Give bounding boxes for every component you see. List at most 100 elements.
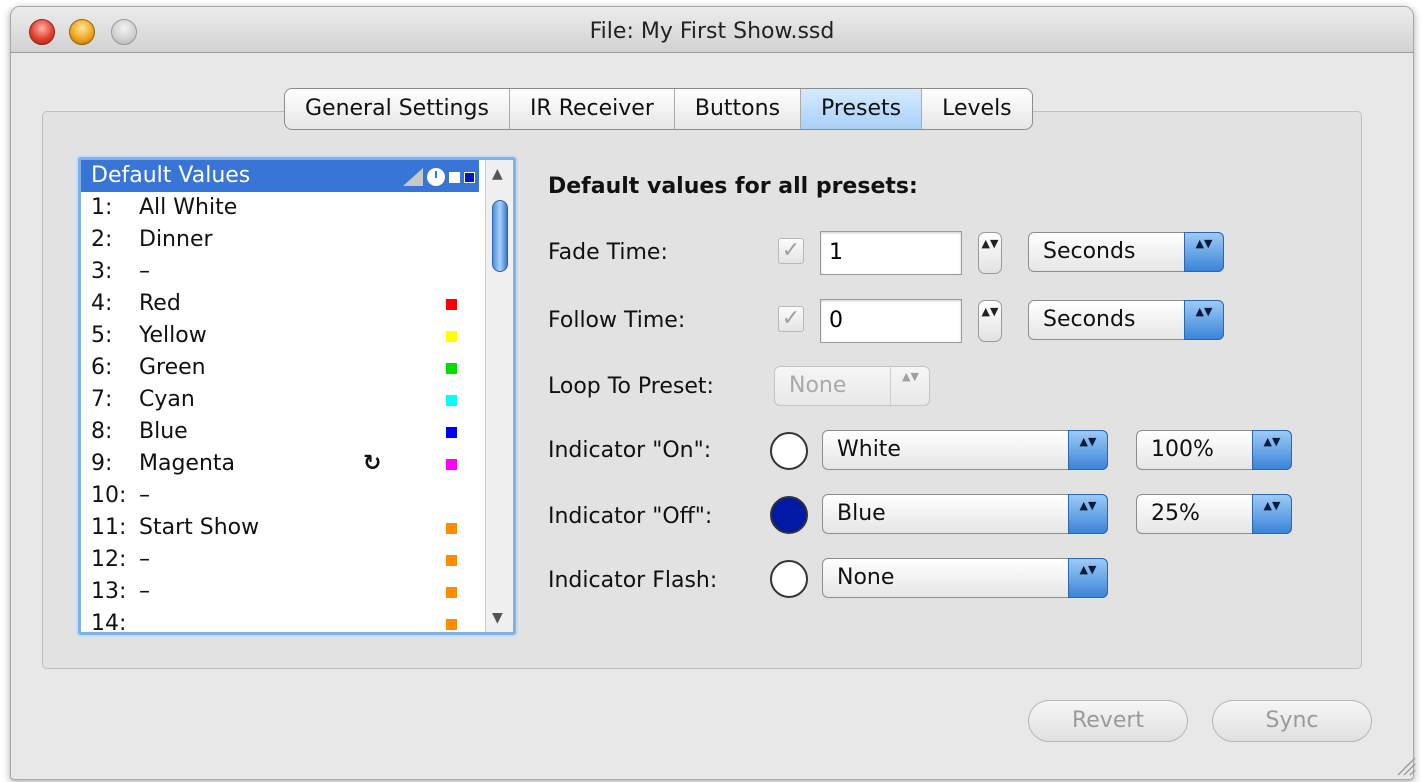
fade-time-checkbox[interactable]: ✓ — [778, 238, 804, 264]
preset-name: Cyan — [139, 387, 195, 412]
preset-color-swatch — [446, 555, 457, 566]
header-status-icons — [403, 168, 475, 186]
preset-color-swatch — [446, 587, 457, 598]
loop-to-preset-select[interactable]: None ▲▼ — [774, 366, 930, 406]
preset-color-swatch — [446, 363, 457, 374]
indicator-on-color-select[interactable]: White ▲▼ — [822, 430, 1108, 470]
preset-number: 1: — [91, 195, 113, 220]
tab-levels[interactable]: Levels — [922, 89, 1032, 129]
tab-bar: General Settings IR Receiver Buttons Pre… — [284, 88, 1033, 130]
list-item[interactable]: 4: Red — [81, 288, 479, 320]
list-item[interactable]: 8: Blue — [81, 416, 479, 448]
follow-time-field[interactable]: 0 — [820, 299, 962, 343]
preset-name: – — [139, 259, 150, 284]
indicator-off-color-swatch — [770, 496, 808, 534]
indicator-off-color-select[interactable]: Blue ▲▼ — [822, 494, 1108, 534]
list-item-default-values[interactable]: Default Values — [81, 160, 479, 192]
list-item[interactable]: 9: Magenta ↻ — [81, 448, 479, 480]
preset-color-swatch — [446, 427, 457, 438]
list-scrollbar[interactable]: ▲ ▼ — [485, 160, 513, 632]
list-item[interactable]: 11: Start Show — [81, 512, 479, 544]
title-bar[interactable]: File: My First Show.ssd — [11, 7, 1413, 53]
popup-arrows-icon: ▲▼ — [1252, 430, 1292, 470]
preset-number: 12: — [91, 547, 127, 572]
list-item[interactable]: 14: — [81, 608, 479, 635]
scroll-thumb[interactable] — [492, 200, 508, 272]
preset-name: – — [139, 547, 150, 572]
preset-list[interactable]: Default Values 1: All White 2: Dinner 3: – 4: R… — [78, 157, 516, 635]
follow-time-unit-select[interactable]: Seconds ▲▼ — [1028, 300, 1224, 340]
preset-number: 7: — [91, 387, 113, 412]
follow-time-unit-value: Seconds — [1043, 307, 1136, 332]
defaults-heading: Default values for all presets: — [548, 174, 918, 199]
tab-ir-receiver[interactable]: IR Receiver — [510, 89, 675, 129]
indicator-off-level-value: 25% — [1151, 501, 1200, 526]
white-indicator-icon — [449, 171, 460, 183]
follow-time-checkbox[interactable]: ✓ — [778, 306, 804, 332]
clock-icon — [427, 168, 445, 186]
list-item[interactable]: 3: – — [81, 256, 479, 288]
list-item[interactable]: 1: All White — [81, 192, 479, 224]
preset-color-swatch — [446, 619, 457, 630]
preset-number: 11: — [91, 515, 127, 540]
preset-number: 2: — [91, 227, 113, 252]
list-item[interactable]: 12: – — [81, 544, 479, 576]
preset-name: Magenta — [139, 451, 236, 476]
fade-time-unit-select[interactable]: Seconds ▲▼ — [1028, 232, 1224, 272]
popup-arrows-icon: ▲▼ — [1184, 232, 1224, 272]
popup-arrows-icon: ▲▼ — [1068, 430, 1108, 470]
revert-button[interactable]: Revert — [1028, 700, 1188, 742]
indicator-off-level-select[interactable]: 25% ▲▼ — [1136, 494, 1292, 534]
indicator-off-label: Indicator "Off": — [548, 504, 713, 529]
preset-name: – — [139, 483, 150, 508]
preset-name: All White — [139, 195, 238, 220]
follow-time-label: Follow Time: — [548, 308, 686, 333]
preset-number: 14: — [91, 611, 127, 635]
indicator-flash-color-value: None — [837, 565, 895, 590]
list-item[interactable]: 6: Green — [81, 352, 479, 384]
fade-time-field[interactable]: 1 — [820, 231, 962, 275]
list-item[interactable]: 2: Dinner — [81, 224, 479, 256]
fade-time-label: Fade Time: — [548, 240, 668, 265]
indicator-flash-label: Indicator Flash: — [548, 568, 718, 593]
indicator-on-level-value: 100% — [1151, 437, 1214, 462]
preset-number: 6: — [91, 355, 113, 380]
indicator-on-level-select[interactable]: 100% ▲▼ — [1136, 430, 1292, 470]
indicator-off-color-value: Blue — [837, 501, 886, 526]
fade-time-unit-value: Seconds — [1043, 239, 1136, 264]
preset-number: 5: — [91, 323, 113, 348]
popup-arrows-icon: ▲▼ — [890, 366, 930, 406]
list-item[interactable]: 7: Cyan — [81, 384, 479, 416]
preset-color-swatch — [446, 331, 457, 342]
preset-number: 4: — [91, 291, 113, 316]
preset-color-swatch — [446, 299, 457, 310]
popup-arrows-icon: ▲▼ — [1068, 558, 1108, 598]
preset-number: 8: — [91, 419, 113, 444]
list-item[interactable]: 13: – — [81, 576, 479, 608]
preset-number: 10: — [91, 483, 127, 508]
window-title: File: My First Show.ssd — [589, 19, 835, 44]
resize-grip-icon[interactable] — [1394, 754, 1416, 776]
scroll-up-icon[interactable]: ▲ — [492, 166, 503, 182]
preset-color-swatch — [446, 523, 457, 534]
follow-time-stepper[interactable]: ▲▼ — [978, 300, 1002, 342]
popup-arrows-icon: ▲▼ — [1252, 494, 1292, 534]
list-item[interactable]: 5: Yellow — [81, 320, 479, 352]
tab-presets[interactable]: Presets — [801, 89, 923, 129]
list-item[interactable]: 10: – — [81, 480, 479, 512]
popup-arrows-icon: ▲▼ — [1068, 494, 1108, 534]
preset-name: Blue — [139, 419, 188, 444]
fade-time-stepper[interactable]: ▲▼ — [978, 232, 1002, 274]
preset-name: Start Show — [139, 515, 260, 540]
sync-button[interactable]: Sync — [1212, 700, 1372, 742]
scroll-down-icon[interactable]: ▼ — [492, 610, 503, 626]
tab-general-settings[interactable]: General Settings — [285, 89, 510, 129]
preset-name: – — [139, 579, 150, 604]
indicator-on-color-value: White — [837, 437, 901, 462]
indicator-flash-color-select[interactable]: None ▲▼ — [822, 558, 1108, 598]
preset-number: 9: — [91, 451, 113, 476]
preset-name: Red — [139, 291, 181, 316]
level-ramp-icon — [403, 168, 423, 186]
tab-buttons[interactable]: Buttons — [675, 89, 802, 129]
preset-color-swatch — [446, 395, 457, 406]
